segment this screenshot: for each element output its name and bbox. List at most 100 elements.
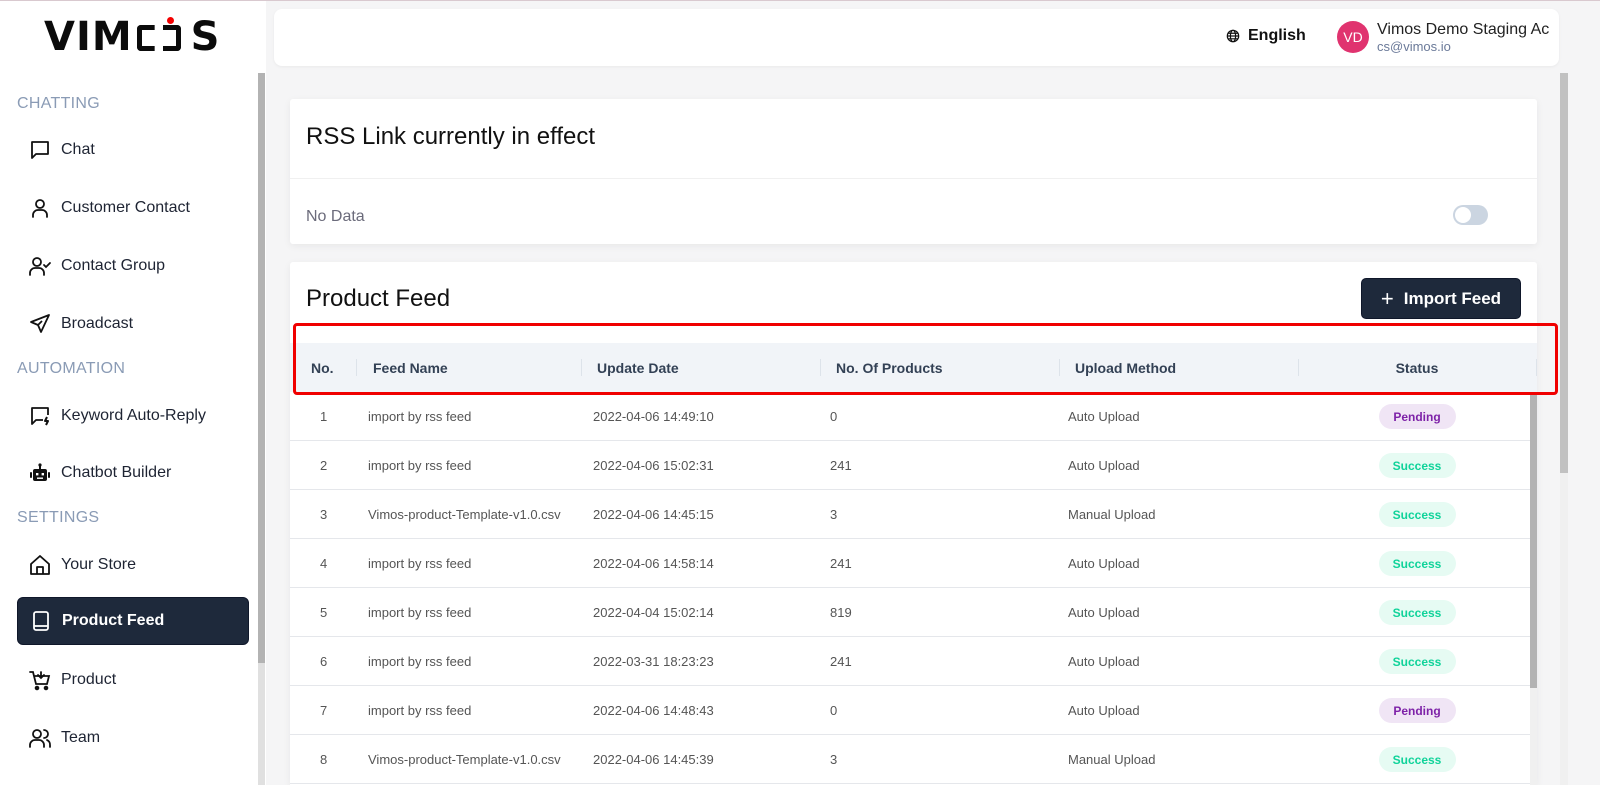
language-selector[interactable]: English: [1226, 27, 1306, 45]
cell-upload-method: Manual Upload: [1068, 752, 1156, 767]
cell-upload-method: Auto Upload: [1068, 703, 1140, 718]
column-header-status[interactable]: Status: [1298, 343, 1536, 392]
vimos-logo[interactable]: VIM S: [44, 14, 220, 60]
cell-feed-name: import by rss feed: [368, 654, 472, 669]
cell-products: 819: [830, 605, 852, 620]
cell-products: 0: [830, 703, 838, 718]
sidebar-item-product[interactable]: Product: [17, 656, 249, 704]
page-scrollbar-thumb[interactable]: [1560, 73, 1568, 473]
cell-update-date: 2022-04-04 15:02:14: [593, 605, 714, 620]
message-bolt-icon: [28, 404, 52, 428]
cell-products: 0: [830, 409, 838, 424]
cell-upload-method: Auto Upload: [1068, 556, 1140, 571]
account-name[interactable]: Vimos Demo Staging Ac: [1377, 21, 1559, 39]
table-row[interactable]: 6 import by rss feed 2022-03-31 18:23:23 24…: [290, 637, 1530, 686]
status-badge: Success: [1378, 453, 1456, 478]
product-feed-card: Product Feed + Import Feed No. Feed Name…: [290, 262, 1537, 785]
sidebar-scrollbar[interactable]: [258, 73, 265, 785]
cell-upload-method: Auto Upload: [1068, 409, 1140, 424]
toggle-knob: [1455, 207, 1471, 223]
cell-no: 4: [320, 556, 328, 571]
column-header-no[interactable]: No.: [311, 343, 334, 392]
sidebar-item-contact-group[interactable]: Contact Group: [17, 242, 249, 290]
section-automation: AUTOMATION: [17, 360, 126, 377]
window-top-border: [0, 0, 1600, 1]
rss-toggle-switch[interactable]: [1453, 205, 1488, 225]
cell-status: Pending: [1298, 392, 1536, 441]
cell-no: 5: [320, 605, 328, 620]
sidebar-item-broadcast[interactable]: Broadcast: [17, 300, 249, 348]
column-header-update-date[interactable]: Update Date: [597, 343, 679, 392]
column-separator: [356, 359, 357, 376]
column-header-upload-method[interactable]: Upload Method: [1075, 343, 1176, 392]
globe-icon: [1226, 29, 1240, 43]
table-scrollbar-thumb[interactable]: [1530, 392, 1537, 688]
logo-dot: [166, 17, 174, 24]
sidebar-item-your-store[interactable]: Your Store: [17, 541, 249, 589]
cell-upload-method: Manual Upload: [1068, 507, 1156, 522]
cell-feed-name: import by rss feed: [368, 556, 472, 571]
sidebar-item-chat[interactable]: Chat: [17, 126, 249, 174]
sidebar-item-team[interactable]: Team: [17, 714, 249, 762]
cell-products: 3: [830, 507, 838, 522]
table-row[interactable]: 8 Vimos-product-Template-v1.0.csv 2022-04-…: [290, 735, 1530, 784]
cell-no: 2: [320, 458, 328, 473]
cell-products: 241: [830, 654, 852, 669]
status-badge: Pending: [1378, 404, 1456, 429]
sidebar-item-label: Contact Group: [61, 257, 166, 274]
column-separator: [581, 359, 582, 376]
sidebar-item-label: Product: [61, 671, 117, 688]
sidebar-item-label: Chat: [61, 141, 95, 158]
cell-update-date: 2022-04-06 14:49:10: [593, 409, 714, 424]
rss-card-title: RSS Link currently in effect: [306, 123, 596, 150]
robot-icon: [28, 461, 52, 485]
divider: [290, 178, 1537, 179]
import-feed-label: Import Feed: [1403, 288, 1502, 308]
status-badge: Success: [1378, 600, 1456, 625]
column-header-feed-name[interactable]: Feed Name: [373, 343, 448, 392]
cell-upload-method: Auto Upload: [1068, 605, 1140, 620]
table-row[interactable]: 2 import by rss feed 2022-04-06 15:02:31 24…: [290, 441, 1530, 490]
column-separator: [820, 359, 821, 376]
sidebar-item-label: Keyword Auto-Reply: [61, 407, 206, 424]
cell-status: Success: [1298, 490, 1536, 539]
sidebar-item-keyword-auto-reply[interactable]: Keyword Auto-Reply: [17, 392, 249, 440]
cell-update-date: 2022-03-31 18:23:23: [593, 654, 714, 669]
table-row[interactable]: 1 import by rss feed 2022-04-06 14:49:10 0 A…: [290, 392, 1530, 441]
cell-feed-name: import by rss feed: [368, 458, 472, 473]
section-chatting: CHATTING: [17, 95, 100, 112]
table-row[interactable]: 4 import by rss feed 2022-04-06 14:58:14 24…: [290, 539, 1530, 588]
section-settings: SETTINGS: [17, 509, 100, 526]
cell-status: Success: [1298, 735, 1536, 784]
status-badge: Pending: [1378, 698, 1456, 723]
sidebar-item-label: Broadcast: [61, 315, 134, 332]
table-row[interactable]: 7 import by rss feed 2022-04-06 14:48:43 0 A…: [290, 686, 1530, 735]
table-row[interactable]: 3 Vimos-product-Template-v1.0.csv 2022-04-…: [290, 490, 1530, 539]
cell-feed-name: Vimos-product-Template-v1.0.csv: [368, 507, 561, 522]
sidebar-item-customer-contact[interactable]: Customer Contact: [17, 184, 249, 232]
cell-status: Success: [1298, 539, 1536, 588]
table-header: No. Feed Name Update Date No. Of Product…: [290, 343, 1537, 392]
user-check-icon: [28, 254, 52, 278]
status-badge: Success: [1378, 649, 1456, 674]
logo-text-right: S: [190, 14, 221, 60]
sidebar: VIM S CHATTING Chat Customer Contact Con…: [0, 0, 266, 785]
cell-no: 1: [320, 409, 328, 424]
table-row[interactable]: 5 import by rss feed 2022-04-04 15:02:14 81…: [290, 588, 1530, 637]
sidebar-item-product-feed[interactable]: Product Feed: [17, 597, 249, 645]
cell-no: 6: [320, 654, 328, 669]
status-badge: Success: [1378, 502, 1456, 527]
no-data-text: No Data: [306, 208, 365, 225]
logo-oo-mark: [133, 17, 191, 57]
sidebar-scrollbar-thumb[interactable]: [258, 73, 265, 663]
import-feed-button[interactable]: + Import Feed: [1361, 278, 1521, 319]
column-header-products[interactable]: No. Of Products: [836, 343, 943, 392]
table-body: 1 import by rss feed 2022-04-06 14:49:10 0 A…: [290, 392, 1530, 784]
table-scrollbar[interactable]: [1530, 392, 1537, 785]
user-icon: [28, 196, 52, 220]
cell-status: Success: [1298, 441, 1536, 490]
page-scrollbar[interactable]: [1560, 73, 1568, 785]
top-header: English VD Vimos Demo Staging Ac cs@vimo…: [274, 9, 1559, 66]
sidebar-item-chatbot-builder[interactable]: Chatbot Builder: [17, 449, 249, 497]
avatar[interactable]: VD: [1337, 21, 1369, 53]
